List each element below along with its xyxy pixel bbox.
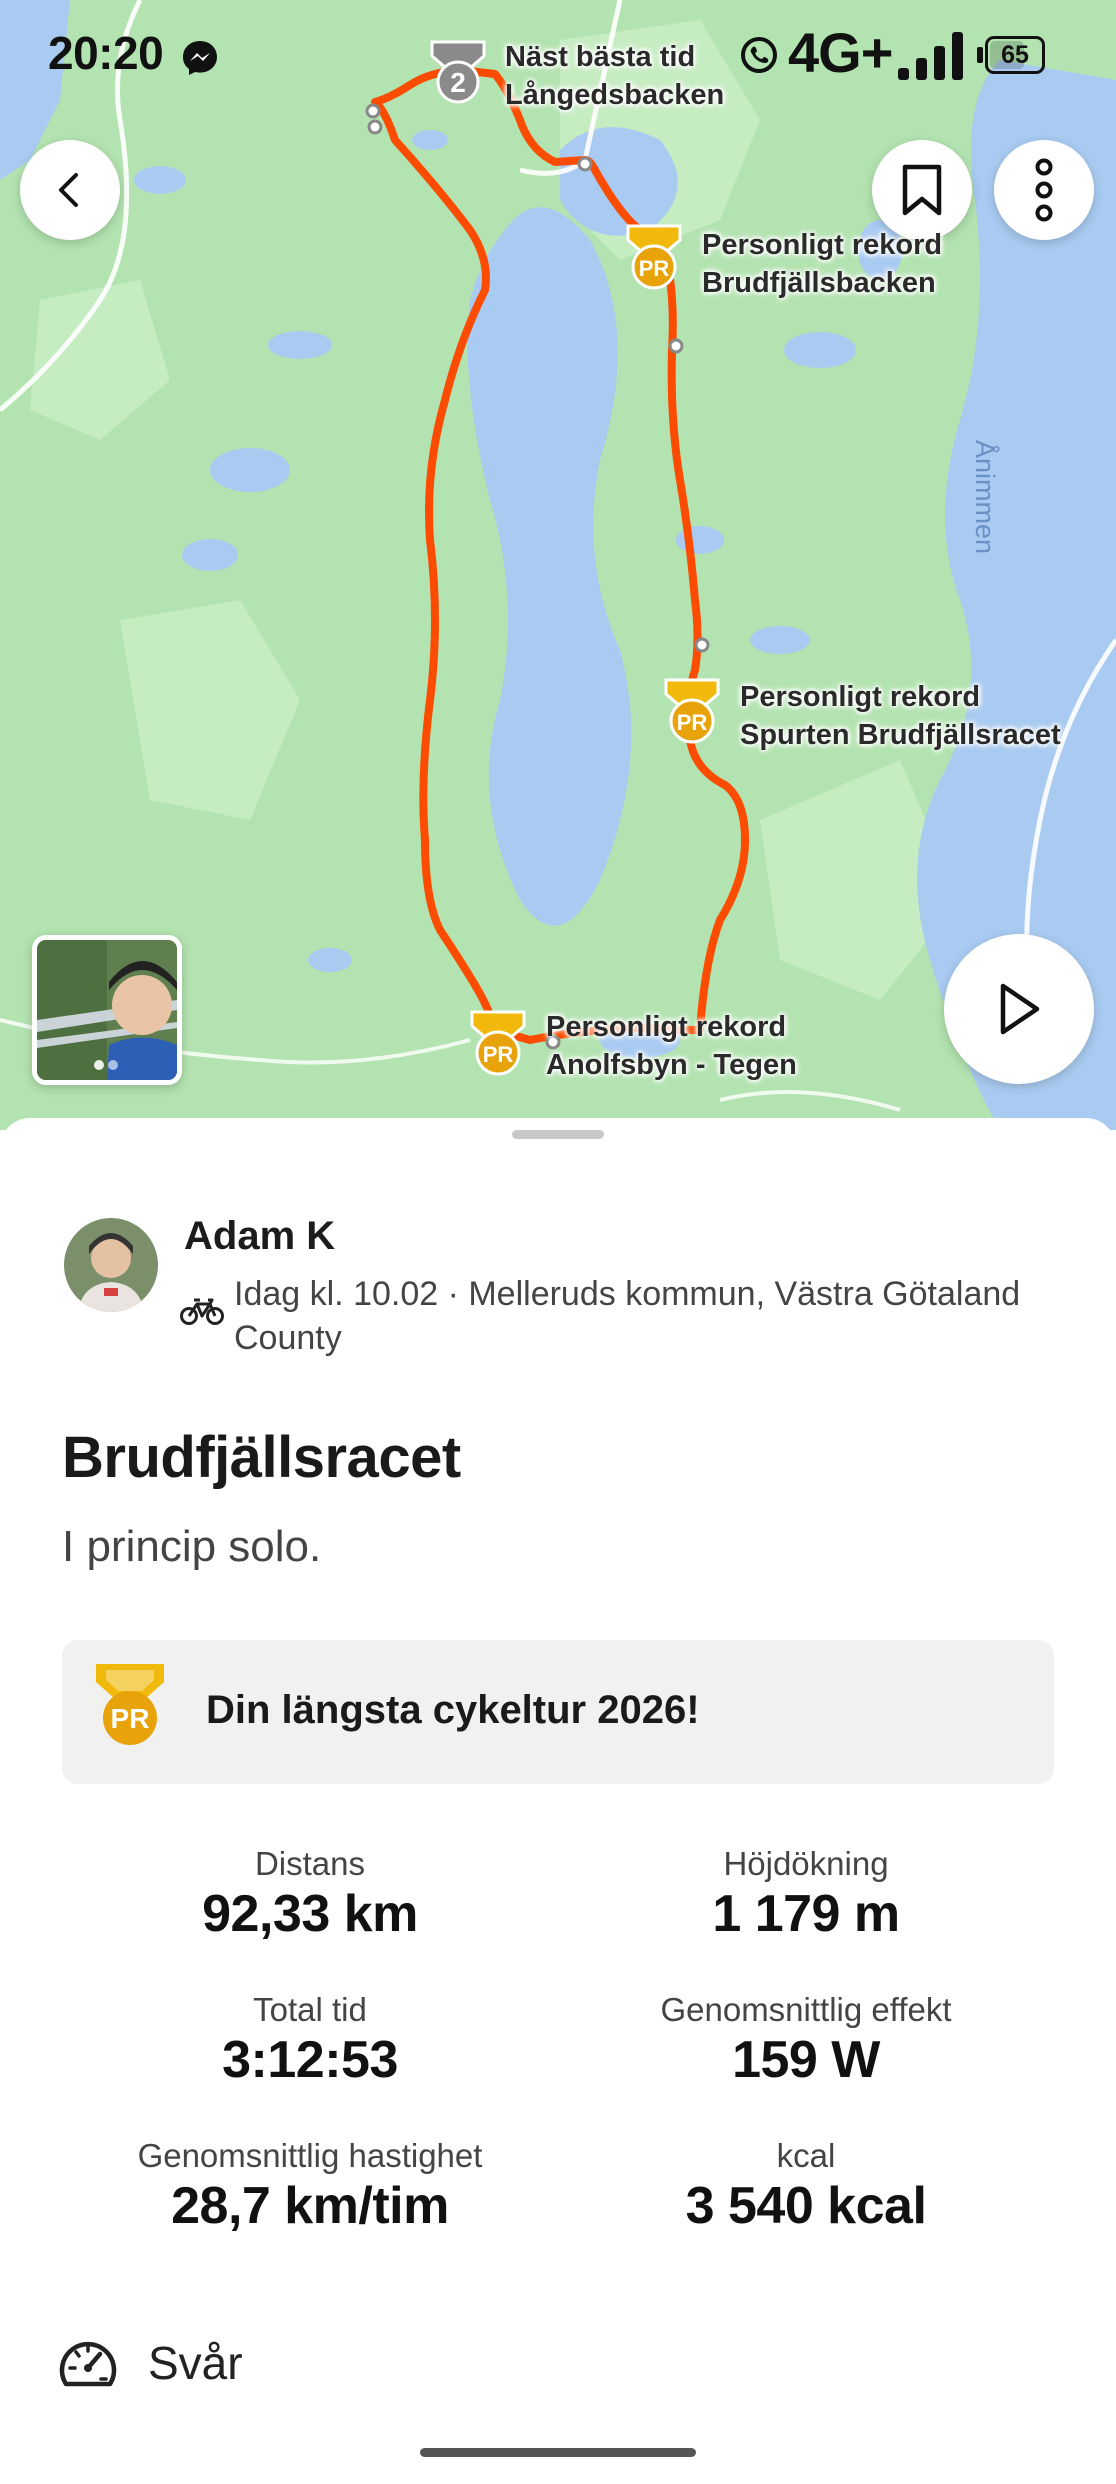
pr-medal-icon: PR [664, 678, 720, 744]
chevron-left-icon [59, 173, 78, 207]
messenger-icon [183, 41, 217, 75]
status-time: 20:20 [48, 27, 164, 79]
activity-photo-thumbnail[interactable] [32, 935, 182, 1085]
stat-avg-speed: Genomsnittlig hastighet 28,7 km/tim [137, 2137, 483, 2235]
stat-calories: kcal 3 540 kcal [685, 2137, 927, 2235]
speedometer-icon [59, 2341, 117, 2387]
stat-avg-power: Genomsnittlig effekt 159 W [660, 1991, 952, 2089]
sheet-drag-handle[interactable] [512, 1130, 604, 1139]
signal-icon [898, 32, 963, 80]
battery-level: 65 [1001, 41, 1029, 69]
battery-tip [977, 47, 983, 63]
bookmark-button[interactable] [872, 140, 972, 240]
more-options-button[interactable] [994, 140, 1094, 240]
svg-text:PR: PR [483, 1042, 514, 1067]
activity-details-sheet[interactable]: Adam K Idag kl. 10.02 · Melleruds kommun… [0, 1118, 1116, 2484]
segment-label-top[interactable]: Näst bästa tid Långedsbacken [505, 38, 724, 114]
stat-distance: Distans 92,33 km [202, 1845, 418, 1943]
achievement-banner[interactable]: PR Din längsta cykeltur 2026! [62, 1640, 1054, 1784]
battery-icon: 65 [985, 36, 1045, 74]
medal-rank: 2 [450, 67, 466, 98]
photo-image [37, 940, 177, 1080]
network-type: 4G+ [788, 21, 893, 84]
home-indicator[interactable] [420, 2448, 696, 2457]
bookmark-icon [902, 164, 942, 216]
athlete-name[interactable]: Adam K [184, 1214, 335, 1259]
effort-label: Svår [148, 2337, 243, 2389]
svg-text:PR: PR [677, 710, 708, 735]
play-flyover-button[interactable] [944, 934, 1094, 1084]
segment-label-pr2[interactable]: Personligt rekord Spurten Brudfjällsrace… [740, 678, 1061, 754]
avatar[interactable] [64, 1218, 158, 1312]
route-map[interactable]: 20:20 4G+ 65 2 Näst bästa tid Långedsbac… [0, 0, 1116, 1130]
perceived-effort-row[interactable]: Svår [56, 2328, 243, 2398]
wifi-call-icon [741, 37, 777, 73]
pr-medal-icon: PR [470, 1010, 526, 1076]
svg-text:PR: PR [111, 1703, 150, 1734]
activity-title: Brudfjällsracet [62, 1425, 461, 1490]
more-vertical-icon [1035, 158, 1053, 222]
pr-medal-icon: PR [626, 224, 682, 290]
achievement-text: Din längsta cykeltur 2026! [206, 1688, 700, 1732]
stat-total-time: Total tid 3:12:53 [222, 1991, 398, 2089]
segment-label-pr1[interactable]: Personligt rekord Brudfjällsbacken [702, 226, 942, 302]
svg-text:PR: PR [639, 256, 670, 281]
silver-medal-icon: 2 [430, 40, 486, 104]
activity-description: I princip solo. [62, 1522, 322, 1571]
stat-elevation: Höjdökning 1 179 m [712, 1845, 900, 1943]
bike-icon [180, 1298, 224, 1325]
pr-medal-icon: PR [96, 1664, 164, 1745]
segment-label-pr3[interactable]: Personligt rekord Anolfsbyn - Tegen [546, 1008, 797, 1084]
lake-label: Ånimmen [970, 440, 1000, 555]
activity-meta: Idag kl. 10.02 · Melleruds kommun, Västr… [234, 1275, 1021, 1357]
back-button[interactable] [20, 140, 120, 240]
play-icon [1000, 983, 1040, 1035]
